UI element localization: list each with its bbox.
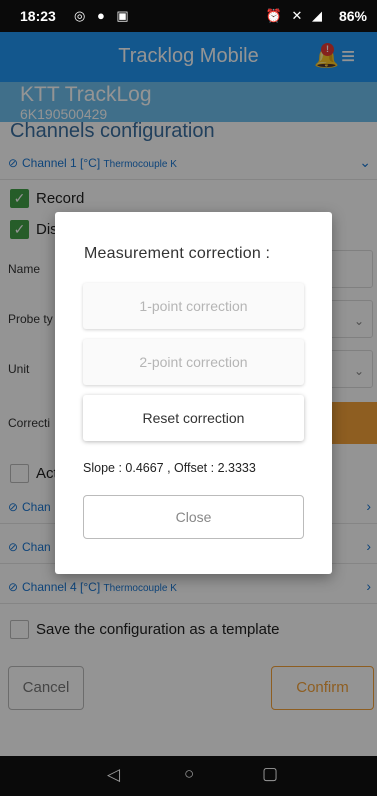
measurement-correction-dialog: Measurement correction : 1-point correct… (55, 212, 332, 574)
slope-offset-text: Slope : 0.4667 , Offset : 2.3333 (83, 461, 256, 475)
one-point-correction-button[interactable]: 1-point correction (83, 283, 304, 329)
battery-level: 86% (338, 8, 367, 24)
status-system-icons: ⏰ ✕ ◢ (265, 8, 325, 23)
back-icon[interactable]: ◁ (107, 765, 120, 785)
dialog-title: Measurement correction : (84, 245, 271, 262)
two-point-correction-button[interactable]: 2-point correction (83, 339, 304, 385)
home-icon[interactable]: ○ (184, 764, 194, 784)
status-bar: 18:23 ◎ ● ▣ ⏰ ✕ ◢ 86% (0, 0, 377, 32)
close-button[interactable]: Close (83, 495, 304, 539)
nav-bar: ◁ ○ ▢ (0, 756, 377, 796)
recent-apps-icon[interactable]: ▢ (262, 764, 278, 784)
reset-correction-button[interactable]: Reset correction (83, 395, 304, 441)
status-time: 18:23 (20, 8, 56, 24)
status-notification-icons: ◎ ● ▣ (74, 8, 133, 23)
